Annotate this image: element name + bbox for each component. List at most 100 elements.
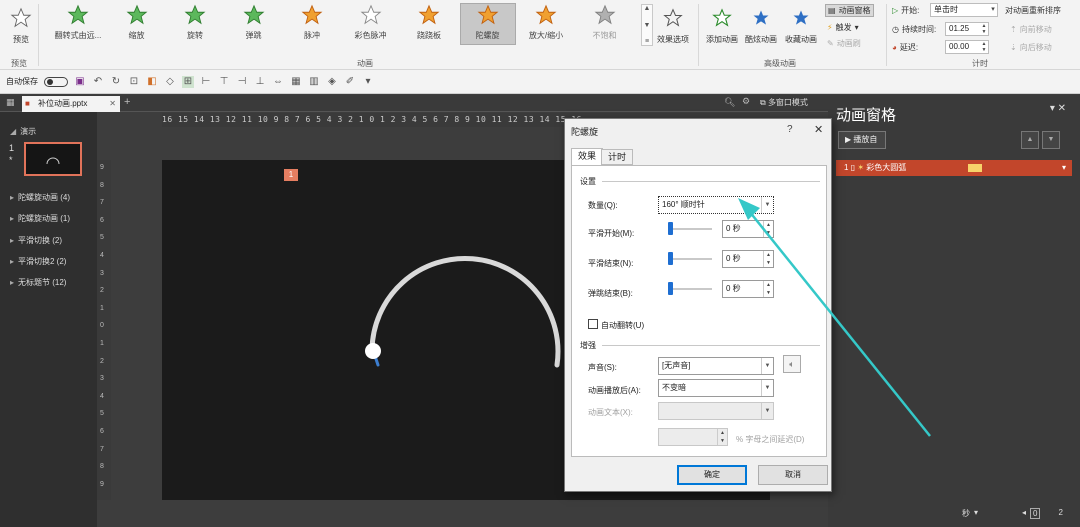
customize-icon[interactable]: ▾ <box>362 76 374 88</box>
bounce-end-input[interactable]: 0 秒 ▲ ▼ <box>722 280 774 298</box>
chevron-down-icon[interactable]: ▼ <box>761 358 773 374</box>
move-earlier-button[interactable]: ⇡ 向前移动 <box>1010 24 1052 35</box>
tab-effect[interactable]: 效果 <box>571 148 604 166</box>
spinner-icon[interactable]: ▲ ▼ <box>980 41 988 53</box>
section-demo[interactable]: ◢ 演示 <box>10 126 36 137</box>
spinner-icon[interactable]: ▲ ▼ <box>763 281 773 297</box>
more-icon[interactable]: ≡ <box>645 38 649 45</box>
spinner-icon[interactable]: ▲ ▼ <box>763 221 773 237</box>
align-top-icon[interactable]: ⊤ <box>218 76 230 88</box>
align-left-icon[interactable]: ⊢ <box>200 76 212 88</box>
arrange-icon[interactable]: ▥ <box>308 76 320 88</box>
preview-button[interactable]: 预览 <box>6 4 36 45</box>
section-morph2-2[interactable]: ▸ 平滑切换2 (2) <box>10 256 66 267</box>
align-center-icon[interactable]: ⊞ <box>182 75 194 88</box>
effect-options-button[interactable]: 效果选项 <box>657 4 689 45</box>
chevron-left-icon[interactable]: ◂ <box>1022 508 1026 519</box>
move-up-button[interactable]: ▲ <box>1021 131 1039 149</box>
add-animation-button[interactable]: 添加动画 <box>706 4 738 45</box>
section-gyro-1[interactable]: ▸ 陀螺旋动画 (1) <box>10 213 70 224</box>
spinner-icon[interactable]: ▲ ▼ <box>763 251 773 267</box>
bounce-end-slider[interactable] <box>668 282 712 295</box>
gallery-item[interactable]: 弹跳 <box>226 4 282 44</box>
gear-icon[interactable]: ⚙ <box>742 96 750 107</box>
favorite-button[interactable]: 收藏动画 <box>785 4 817 45</box>
help-icon[interactable]: ? <box>787 124 793 135</box>
group-icon[interactable]: ▦ <box>290 76 302 88</box>
animation-brush-button[interactable]: ✎ 动画刷 <box>827 38 861 49</box>
close-icon[interactable]: ✕ <box>814 123 823 136</box>
fill-icon[interactable]: ◈ <box>326 76 338 88</box>
animation-list-item[interactable]: 1 ▯ ✶ 彩色大圆弧 ▾ <box>836 160 1072 176</box>
slider-thumb[interactable] <box>668 282 673 295</box>
animate-text-combo[interactable]: ▼ <box>658 402 774 420</box>
present-icon[interactable]: ⊡ <box>128 76 140 88</box>
sound-combo[interactable]: [无声音] ▼ <box>658 357 774 375</box>
smooth-end-input[interactable]: 0 秒 ▲ ▼ <box>722 250 774 268</box>
smooth-end-slider[interactable] <box>668 252 712 265</box>
tab-timing[interactable]: 计时 <box>601 149 634 165</box>
chevron-down-icon[interactable]: ▼ <box>644 22 651 29</box>
slide-thumbnail[interactable] <box>24 142 82 176</box>
speaker-icon[interactable]: 🔈︎ <box>783 355 801 373</box>
ok-button[interactable]: 确定 <box>677 465 747 485</box>
redo-icon[interactable]: ↻ <box>110 76 122 88</box>
chevron-down-icon[interactable]: ▾ <box>1062 160 1066 176</box>
section-morph-2[interactable]: ▸ 平滑切换 (2) <box>10 235 62 246</box>
multi-window-button[interactable]: ⧉ 多窗口模式 <box>760 97 808 108</box>
painter-button[interactable]: 酷炫动画 <box>745 4 777 45</box>
slider-thumb[interactable] <box>668 252 673 265</box>
duration-input[interactable]: 01.25 ▲ ▼ <box>945 22 989 36</box>
spinner-icon[interactable]: ▲ ▼ <box>980 23 988 35</box>
spinner-icon[interactable]: ▲ ▼ <box>717 429 727 445</box>
autosave-toggle[interactable] <box>44 76 68 87</box>
delay-input[interactable]: 00.00 ▲ ▼ <box>945 40 989 54</box>
chevron-down-icon[interactable]: ▾ <box>989 4 997 16</box>
align-bottom-icon[interactable]: ⊥ <box>254 76 266 88</box>
trigger-button[interactable]: ⚡ 触发 ▾ <box>827 22 859 33</box>
gallery-item[interactable]: 缩放 <box>109 4 165 44</box>
gallery-scrollbar[interactable]: ▲ ▼ ≡ <box>641 4 653 46</box>
timing-bar[interactable] <box>968 164 982 172</box>
slider-thumb[interactable] <box>668 222 673 235</box>
chevron-up-icon[interactable]: ▲ <box>644 5 651 12</box>
gallery-item[interactable]: 放大/缩小 <box>518 4 574 44</box>
smooth-start-slider[interactable] <box>668 222 712 235</box>
doc-tab[interactable]: ■ 补位动画.pptx ✕ <box>22 96 120 112</box>
amount-combo[interactable]: 160° 顺时针 ▼ <box>658 196 774 214</box>
section-untitled[interactable]: ▸ 无标题节 (12) <box>10 277 66 288</box>
after-animation-combo[interactable]: 不变暗 ▼ <box>658 379 774 397</box>
align-right-icon[interactable]: ⊣ <box>236 76 248 88</box>
gallery-item[interactable]: 旋转 <box>167 4 223 44</box>
undo-icon[interactable]: ↶ <box>92 76 104 88</box>
auto-reverse-checkbox[interactable] <box>588 319 598 329</box>
search-icon[interactable]: 🔍︎ <box>724 97 735 108</box>
chevron-down-icon[interactable]: ▾ <box>974 508 978 519</box>
shapes-icon[interactable]: ◇ <box>164 76 176 88</box>
gallery-item[interactable]: 彩色脉冲 <box>343 4 399 44</box>
gallery-item[interactable]: 陀螺旋 <box>459 3 516 45</box>
distribute-icon[interactable]: ⇔ <box>272 76 284 88</box>
chevron-down-icon[interactable]: ▼ <box>761 403 773 419</box>
move-later-button[interactable]: ⇣ 向后移动 <box>1010 42 1052 53</box>
chevron-down-icon[interactable]: ▼ <box>761 197 773 213</box>
start-select[interactable]: 单击时 ▾ <box>930 3 998 17</box>
pen-icon[interactable]: ✐ <box>344 76 356 88</box>
play-from-button[interactable]: ▶ 播放自 <box>838 131 886 149</box>
close-icon[interactable]: ▾ ✕ <box>1050 103 1066 114</box>
move-down-button[interactable]: ▼ <box>1042 131 1060 149</box>
animation-pane-button[interactable]: ▤ 动画窗格 <box>825 4 874 17</box>
gallery-item[interactable]: 跷跷板 <box>401 4 457 44</box>
letter-delay-input[interactable]: ▲ ▼ <box>658 428 728 446</box>
cancel-button[interactable]: 取消 <box>758 465 828 485</box>
section-gyro-4[interactable]: ▸ 陀螺旋动画 (4) <box>10 192 70 203</box>
save-icon[interactable]: ▣ <box>74 76 86 88</box>
add-tab-icon[interactable]: + <box>124 96 130 108</box>
gallery-item[interactable]: 翻转式由远... <box>50 4 106 44</box>
gallery-item[interactable]: 不饱和 <box>577 4 633 44</box>
chevron-down-icon[interactable]: ▼ <box>761 380 773 396</box>
gallery-item[interactable]: 脉冲 <box>284 4 340 44</box>
smooth-start-input[interactable]: 0 秒 ▲ ▼ <box>722 220 774 238</box>
shape-icon[interactable]: ◧ <box>146 76 158 88</box>
timeline-unit[interactable]: 秒 <box>962 508 970 519</box>
